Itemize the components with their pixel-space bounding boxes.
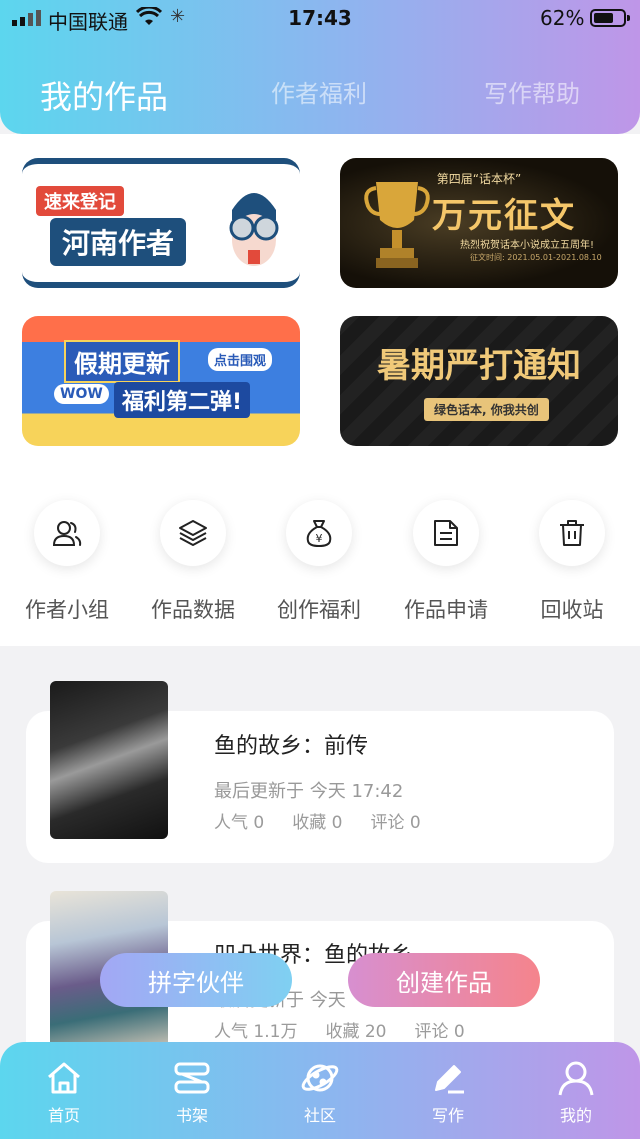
battery-percent: 62% — [540, 6, 585, 30]
nav-write[interactable]: 写作 — [398, 1058, 498, 1126]
trash-icon — [560, 520, 584, 546]
action-author-group[interactable]: 作者小组 — [7, 500, 127, 624]
banner-tag: 速来登记 — [36, 186, 124, 216]
trophy-icon — [364, 182, 430, 268]
tab-writing-help[interactable]: 写作帮助 — [484, 74, 580, 109]
banner-badge: WOW — [54, 384, 109, 404]
work-updated-time: 最后更新于 今天 17:42 — [214, 781, 404, 802]
nav-label: 写作 — [431, 1106, 464, 1125]
action-label: 回收站 — [540, 598, 604, 622]
popularity-count: 人气 1.1万 — [214, 1022, 298, 1042]
banner-dates: 征文时间: 2021.05.01-2021.08.10 — [470, 253, 602, 262]
binoculars-girl-illustration — [218, 180, 290, 272]
banner-title: 万元征文 — [432, 196, 576, 236]
pen-icon — [435, 1065, 464, 1094]
favorites-count: 收藏 0 — [292, 813, 343, 833]
status-bar: 中国联通 ✳ 17:43 62% — [0, 0, 640, 36]
work-stats: 人气 1.1万 收藏 20 评论 0 — [214, 1017, 493, 1042]
action-label: 作者小组 — [25, 598, 109, 622]
banner-caption: 热烈祝贺话本小说成立五周年! — [460, 240, 595, 251]
banner-holiday-update[interactable]: 假期更新 点击围观 WOW 福利第二弹! — [22, 316, 300, 446]
money-bag-icon: ¥ — [306, 520, 332, 547]
nav-profile[interactable]: 我的 — [526, 1058, 626, 1126]
banner-popup: 点击围观 — [208, 348, 273, 371]
nav-label: 书架 — [175, 1106, 208, 1125]
nav-label: 我的 — [559, 1106, 592, 1125]
nav-community[interactable]: 社区 — [270, 1058, 370, 1126]
top-header: 中国联通 ✳ 17:43 62% 我的作品 作者福利 写作帮助 — [0, 0, 640, 134]
work-title[interactable]: 鱼的故乡：前传 — [214, 728, 368, 760]
bookshelf-icon — [174, 1062, 210, 1094]
home-icon — [48, 1062, 80, 1094]
tab-my-works[interactable]: 我的作品 — [40, 72, 168, 118]
banner-title: 暑期严打通知 — [377, 346, 581, 386]
banner-summer-crackdown[interactable]: 暑期严打通知 绿色话本, 你我共创 — [340, 316, 618, 446]
work-cover-image[interactable] — [50, 681, 168, 839]
action-label: 作品数据 — [151, 598, 235, 622]
writing-partner-button[interactable]: 拼字伙伴 — [100, 953, 292, 1007]
nav-bookshelf[interactable]: 书架 — [142, 1058, 242, 1126]
nav-home[interactable]: 首页 — [14, 1058, 114, 1126]
svg-text:¥: ¥ — [316, 532, 323, 545]
action-work-data[interactable]: 作品数据 — [133, 500, 253, 624]
battery-icon — [590, 9, 630, 27]
nav-label: 首页 — [47, 1106, 80, 1125]
bottom-navigation: 首页 书架 社区 写作 我的 — [0, 1042, 640, 1139]
tab-author-benefits[interactable]: 作者福利 — [271, 74, 367, 109]
popularity-count: 人气 0 — [214, 813, 265, 833]
banner-title: 河南作者 — [50, 218, 187, 266]
banner-essay-contest[interactable]: 第四届“话本杯” 万元征文 热烈祝贺话本小说成立五周年! 征文时间: 2021.… — [340, 158, 618, 288]
comments-count: 评论 0 — [370, 813, 421, 833]
banner-subtitle: 福利第二弹! — [114, 382, 251, 418]
users-icon — [52, 521, 82, 546]
action-label: 创作福利 — [277, 598, 361, 622]
action-label: 作品申请 — [404, 598, 488, 622]
banner-subtitle: 绿色话本, 你我共创 — [424, 398, 549, 421]
favorites-count: 收藏 20 — [325, 1022, 387, 1042]
create-work-button[interactable]: 创建作品 — [348, 953, 540, 1007]
banner-title: 假期更新 — [64, 340, 180, 383]
document-icon — [434, 520, 458, 546]
nav-label: 社区 — [303, 1106, 336, 1125]
profile-icon — [558, 1061, 594, 1096]
comments-count: 评论 0 — [414, 1022, 465, 1042]
planet-icon — [301, 1064, 339, 1092]
work-stats: 人气 0 收藏 0 评论 0 — [214, 808, 449, 833]
action-work-application[interactable]: 作品申请 — [386, 500, 506, 624]
action-creation-benefits[interactable]: ¥ 创作福利 — [259, 500, 379, 624]
action-recycle-bin[interactable]: 回收站 — [512, 500, 632, 624]
banner-henan-authors[interactable]: 速来登记 河南作者 — [22, 158, 300, 288]
layers-icon — [179, 520, 207, 546]
